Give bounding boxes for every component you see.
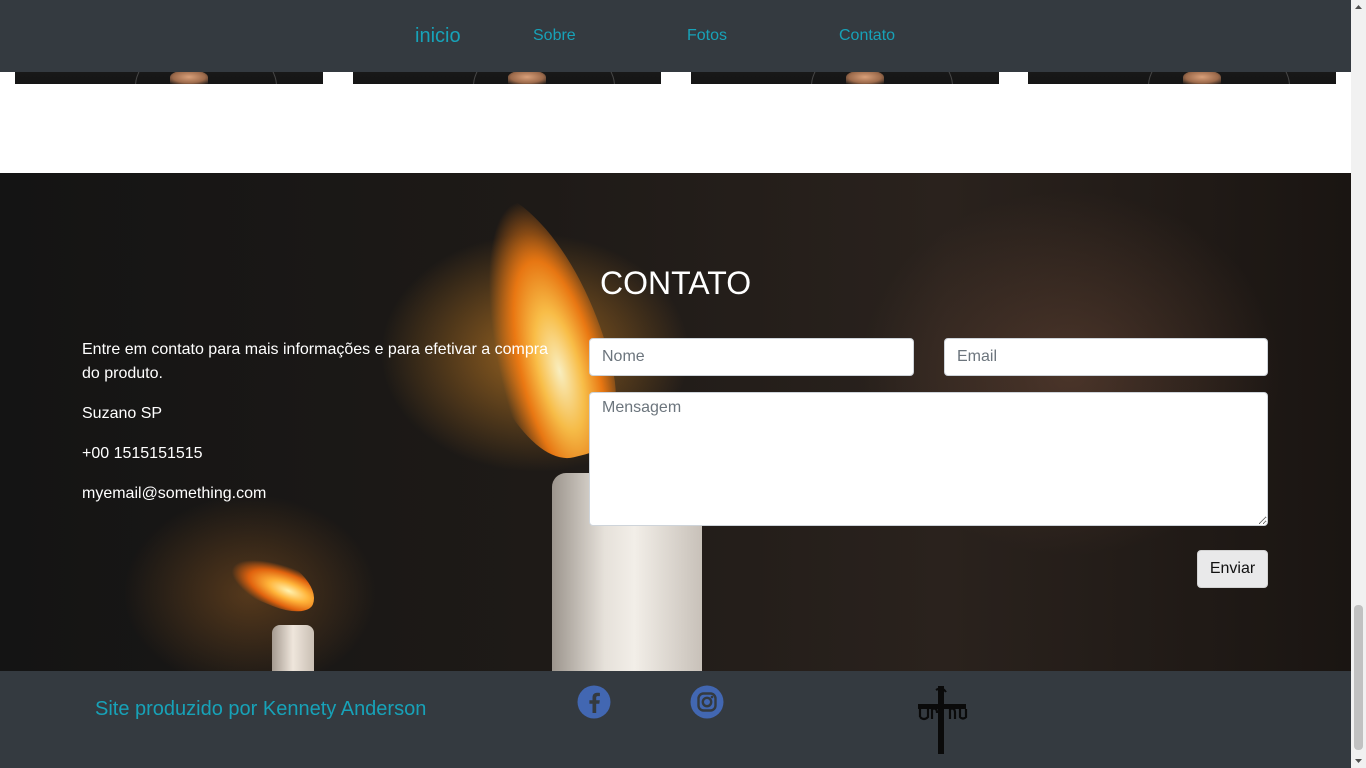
nav-link-contato[interactable]: Contato bbox=[839, 0, 895, 72]
cross-logo-icon bbox=[918, 686, 968, 754]
footer-credit: Site produzido por Kennety Anderson bbox=[95, 698, 427, 720]
footer: Site produzido por Kennety Anderson bbox=[0, 671, 1351, 768]
contact-email: myemail@something.com bbox=[82, 485, 267, 502]
page-scrollbar[interactable] bbox=[1351, 0, 1366, 768]
small-candle-background bbox=[272, 625, 314, 671]
email-input[interactable] bbox=[944, 338, 1268, 376]
contact-intro: Entre em contato para mais informações e… bbox=[82, 341, 548, 382]
facebook-icon[interactable] bbox=[577, 685, 611, 719]
nav-link-fotos[interactable]: Fotos bbox=[687, 0, 727, 72]
send-button[interactable]: Enviar bbox=[1197, 550, 1268, 588]
contact-section: CONTATO Entre em contato para mais infor… bbox=[0, 173, 1351, 671]
contact-location: Suzano SP bbox=[82, 405, 163, 422]
nav-link-sobre[interactable]: Sobre bbox=[533, 0, 576, 72]
contact-phone: +00 1515151515 bbox=[82, 445, 203, 462]
navbar: inicio Sobre Fotos Contato bbox=[0, 0, 1351, 72]
small-flame-background bbox=[204, 532, 326, 620]
scrollbar-thumb[interactable] bbox=[1354, 605, 1363, 750]
instagram-icon[interactable] bbox=[690, 685, 724, 719]
scroll-down-arrow-icon[interactable] bbox=[1351, 753, 1366, 768]
message-textarea[interactable] bbox=[589, 392, 1268, 526]
scroll-up-arrow-icon[interactable] bbox=[1351, 0, 1366, 15]
name-input[interactable] bbox=[589, 338, 914, 376]
contact-info: Entre em contato para mais informações e… bbox=[82, 338, 552, 522]
nav-brand-inicio[interactable]: inicio bbox=[415, 0, 461, 72]
contact-title: CONTATO bbox=[600, 265, 752, 301]
